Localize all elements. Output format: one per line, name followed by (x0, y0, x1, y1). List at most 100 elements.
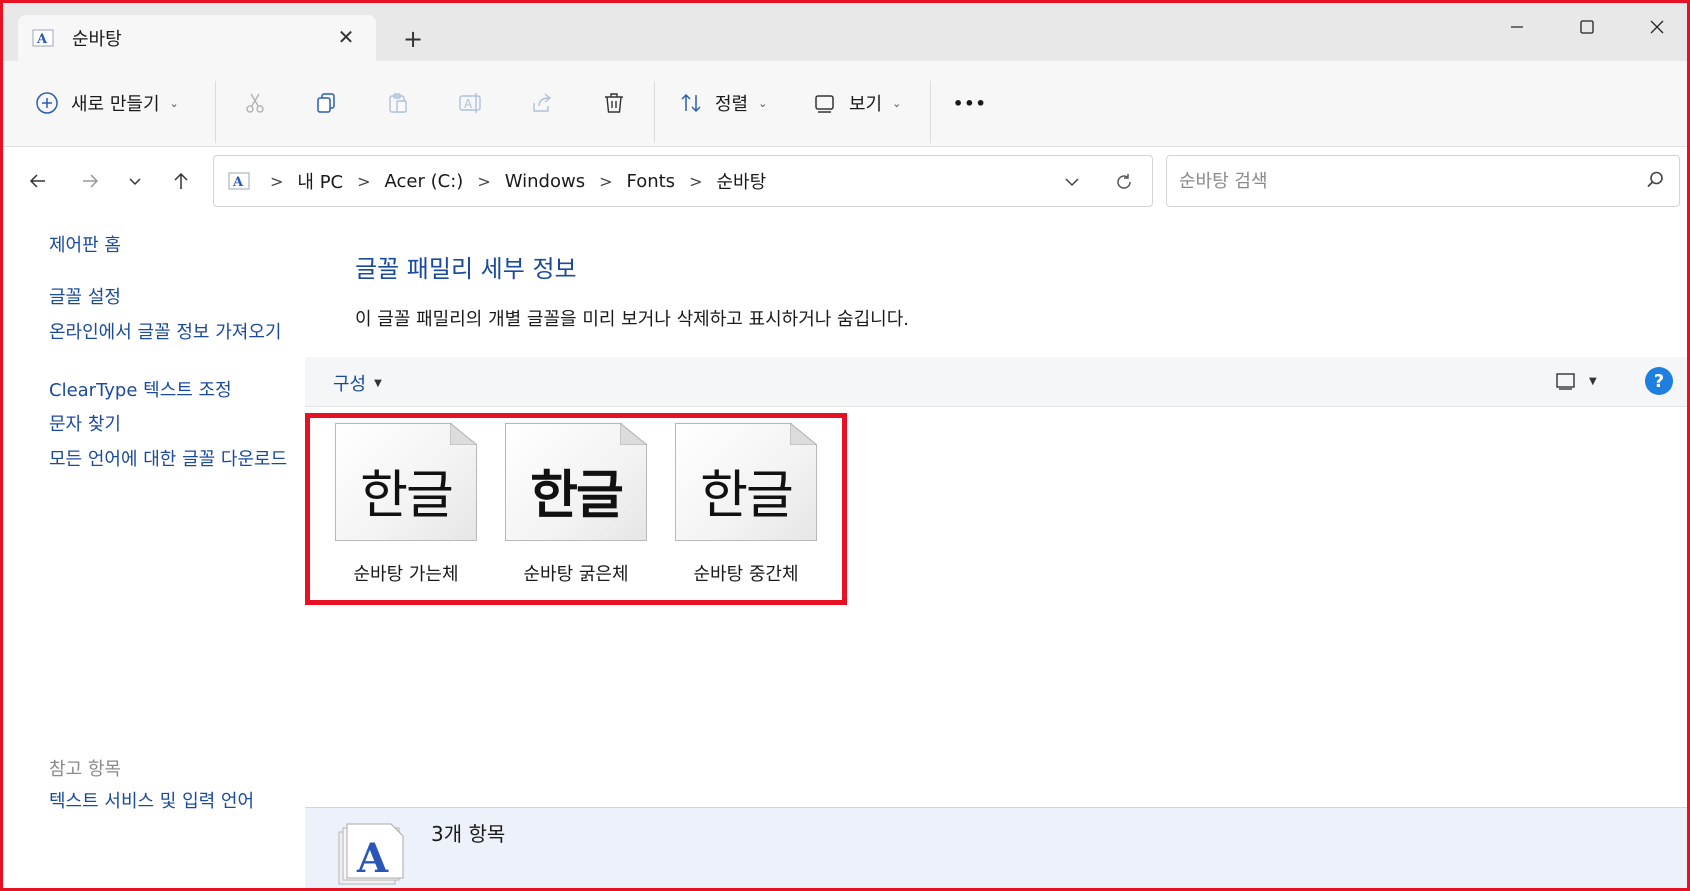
refresh-icon (1117, 174, 1131, 189)
explorer-window: A 순바탕 ✕ + 새로 만들기 ⌄ A 정렬 ⌄ 보기 ⌄ ••• A > 내… (0, 0, 1690, 891)
tab-current[interactable]: A 순바탕 ✕ (18, 15, 376, 61)
breadcrumb-drive[interactable]: Acer (C:) (385, 171, 464, 192)
up-button[interactable] (163, 163, 199, 199)
sidebar-link-text-services[interactable]: 텍스트 서비스 및 입력 언어 (49, 789, 294, 814)
font-name: 순바탕 가는체 (353, 564, 459, 585)
close-icon (1650, 20, 1664, 34)
new-button[interactable]: 새로 만들기 ⌄ (35, 81, 179, 125)
font-item[interactable]: 한글 순바탕 굵은체 (497, 423, 647, 593)
maximize-button[interactable] (1557, 9, 1617, 45)
organize-button[interactable]: 구성 ▼ (333, 370, 382, 396)
font-name: 순바탕 굵은체 (523, 564, 629, 585)
search-box[interactable] (1166, 155, 1680, 207)
address-history-button[interactable] (1058, 168, 1086, 196)
clipboard-icon (389, 93, 407, 113)
chevron-down-icon (1065, 178, 1079, 187)
see-also-heading: 참고 항목 (49, 759, 121, 780)
svg-text:A: A (464, 97, 473, 111)
view-icon (1556, 373, 1575, 390)
view-button-label: 보기 (849, 94, 883, 115)
sidebar-link-control-panel-home[interactable]: 제어판 홈 (49, 233, 294, 258)
new-button-label: 새로 만들기 (71, 94, 160, 115)
page-title: 글꼴 패밀리 세부 정보 (355, 255, 577, 283)
refresh-button[interactable] (1110, 168, 1138, 196)
chevron-down-icon: ⌄ (758, 96, 768, 110)
breadcrumb-current[interactable]: 순바탕 (716, 168, 766, 194)
breadcrumb-fonts[interactable]: Fonts (626, 171, 675, 192)
trash-icon (605, 93, 623, 113)
organize-label: 구성 (333, 374, 367, 395)
control-panel-sidebar: 제어판 홈 글꼴 설정 온라인에서 글꼴 정보 가져오기 ClearType 텍… (3, 219, 303, 888)
view-button[interactable]: 보기 ⌄ (813, 81, 901, 125)
toolbar-divider (654, 81, 655, 143)
item-count: 3개 항목 (431, 822, 506, 846)
sidebar-link-character-map[interactable]: 문자 찾기 (49, 412, 294, 437)
search-input[interactable] (1179, 170, 1619, 192)
font-item[interactable]: 한글 순바탕 중간체 (667, 423, 817, 593)
font-sample: 한글 (530, 465, 624, 526)
title-bar: A 순바탕 ✕ + (3, 3, 1687, 61)
paste-button[interactable] (386, 81, 410, 125)
caret-down-icon: ▼ (374, 377, 382, 389)
breadcrumb-this-pc[interactable]: 내 PC (297, 168, 343, 194)
command-bar: 새로 만들기 ⌄ A 정렬 ⌄ 보기 ⌄ ••• (3, 61, 1687, 147)
delete-button[interactable] (602, 81, 626, 125)
caret-down-icon: ▼ (1589, 375, 1597, 387)
back-button[interactable] (20, 163, 56, 199)
more-options-button[interactable]: ••• (953, 81, 987, 125)
font-item[interactable]: 한글 순바탕 가는체 (327, 423, 477, 593)
font-sample: 한글 (360, 466, 454, 526)
address-bar[interactable]: A > 내 PC > Acer (C:) > Windows > Fonts >… (213, 155, 1153, 207)
breadcrumb-separator: > (477, 171, 491, 191)
recent-locations-button[interactable] (117, 163, 153, 199)
font-stack-icon: A (338, 823, 404, 885)
chevron-down-icon (129, 178, 141, 186)
rename-button[interactable]: A (458, 81, 484, 125)
font-folder-icon: A (228, 172, 250, 190)
help-button[interactable]: ? (1645, 367, 1673, 395)
maximize-icon (1580, 20, 1594, 34)
sort-button-label: 정렬 (715, 94, 749, 115)
new-tab-button[interactable]: + (399, 25, 427, 53)
share-button[interactable] (530, 81, 554, 125)
search-icon (1647, 171, 1663, 188)
arrow-left-icon (29, 174, 45, 188)
cut-button[interactable] (243, 81, 267, 125)
toolbar-divider (930, 81, 931, 143)
font-family-details: 글꼴 패밀리 세부 정보 이 글꼴 패밀리의 개별 글꼴을 미리 보거나 삭제하… (305, 219, 1687, 888)
sort-button[interactable]: 정렬 ⌄ (679, 81, 767, 125)
change-view-button[interactable]: ▼ (1555, 371, 1597, 391)
font-folder-icon: A (32, 29, 54, 47)
sidebar-link-download-fonts[interactable]: 모든 언어에 대한 글꼴 다운로드 (49, 447, 294, 472)
copy-icon (317, 93, 335, 113)
svg-text:A: A (356, 835, 389, 882)
share-icon (533, 93, 552, 112)
breadcrumb-separator: > (357, 171, 371, 191)
breadcrumb-separator: > (270, 171, 284, 191)
chevron-down-icon: ⌄ (892, 96, 902, 110)
font-name: 순바탕 중간체 (693, 564, 799, 585)
close-window-button[interactable] (1627, 9, 1687, 45)
scissors-icon (246, 93, 264, 113)
toolbar-divider (215, 81, 216, 143)
sidebar-link-cleartype[interactable]: ClearType 텍스트 조정 (49, 378, 294, 403)
tab-title: 순바탕 (72, 29, 122, 50)
copy-button[interactable] (314, 81, 338, 125)
sidebar-link-get-font-info-online[interactable]: 온라인에서 글꼴 정보 가져오기 (49, 320, 294, 345)
svg-text:A: A (36, 32, 48, 47)
breadcrumb-windows[interactable]: Windows (505, 171, 585, 192)
sort-icon (681, 93, 701, 113)
minimize-button[interactable] (1487, 9, 1547, 45)
page-fold-icon (620, 423, 647, 445)
sidebar-link-font-settings[interactable]: 글꼴 설정 (49, 285, 294, 310)
breadcrumb-separator: > (599, 171, 613, 191)
tab-close-button[interactable]: ✕ (334, 25, 358, 49)
page-fold-icon (450, 423, 477, 445)
rename-icon: A (459, 93, 481, 113)
details-pane: A 3개 항목 (305, 807, 1687, 888)
forward-button[interactable] (72, 163, 108, 199)
view-icon (815, 95, 834, 113)
minimize-icon (1511, 26, 1523, 28)
page-fold-icon (790, 423, 817, 445)
breadcrumb-separator: > (689, 171, 703, 191)
